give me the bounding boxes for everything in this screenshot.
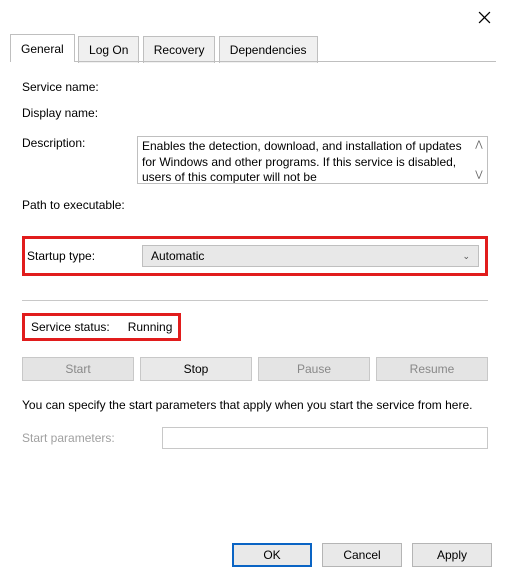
startup-type-value: Automatic bbox=[151, 249, 204, 263]
label-service-status: Service status: bbox=[31, 320, 110, 334]
resume-button: Resume bbox=[376, 357, 488, 381]
scroll-up-icon[interactable]: ⋀ bbox=[475, 139, 482, 151]
separator bbox=[22, 300, 488, 301]
apply-button[interactable]: Apply bbox=[412, 543, 492, 567]
service-control-buttons: Start Stop Pause Resume bbox=[22, 357, 488, 381]
label-path: Path to executable: bbox=[22, 198, 125, 212]
close-icon[interactable] bbox=[474, 7, 494, 27]
label-startup-type: Startup type: bbox=[27, 249, 142, 263]
label-service-name: Service name: bbox=[22, 80, 137, 94]
start-button: Start bbox=[22, 357, 134, 381]
value-service-status: Running bbox=[128, 320, 173, 334]
label-display-name: Display name: bbox=[22, 106, 137, 120]
tab-recovery[interactable]: Recovery bbox=[143, 36, 216, 63]
start-parameters-input[interactable] bbox=[162, 427, 488, 449]
tab-general[interactable]: General bbox=[10, 34, 75, 62]
start-parameters-hint: You can specify the start parameters tha… bbox=[22, 397, 488, 413]
highlight-startup-type: Startup type: Automatic ⌄ bbox=[22, 236, 488, 276]
description-box[interactable]: Enables the detection, download, and ins… bbox=[137, 136, 488, 184]
dialog-footer: OK Cancel Apply bbox=[0, 533, 506, 585]
tabstrip: General Log On Recovery Dependencies bbox=[10, 34, 496, 62]
description-scrollbar[interactable]: ⋀ ⋁ bbox=[471, 137, 487, 183]
tab-dependencies[interactable]: Dependencies bbox=[219, 36, 318, 63]
chevron-down-icon: ⌄ bbox=[462, 251, 470, 262]
scroll-down-icon[interactable]: ⋁ bbox=[475, 169, 482, 181]
startup-type-dropdown[interactable]: Automatic ⌄ bbox=[142, 245, 479, 267]
label-start-parameters: Start parameters: bbox=[22, 431, 162, 445]
pause-button: Pause bbox=[258, 357, 370, 381]
label-description: Description: bbox=[22, 136, 137, 150]
highlight-service-status: Service status: Running bbox=[22, 313, 181, 341]
tab-logon[interactable]: Log On bbox=[78, 36, 139, 63]
value-description: Enables the detection, download, and ins… bbox=[142, 139, 462, 184]
ok-button[interactable]: OK bbox=[232, 543, 312, 567]
cancel-button[interactable]: Cancel bbox=[322, 543, 402, 567]
titlebar bbox=[0, 0, 506, 34]
stop-button[interactable]: Stop bbox=[140, 357, 252, 381]
tab-panel-general: Service name: Display name: Description:… bbox=[0, 62, 506, 457]
